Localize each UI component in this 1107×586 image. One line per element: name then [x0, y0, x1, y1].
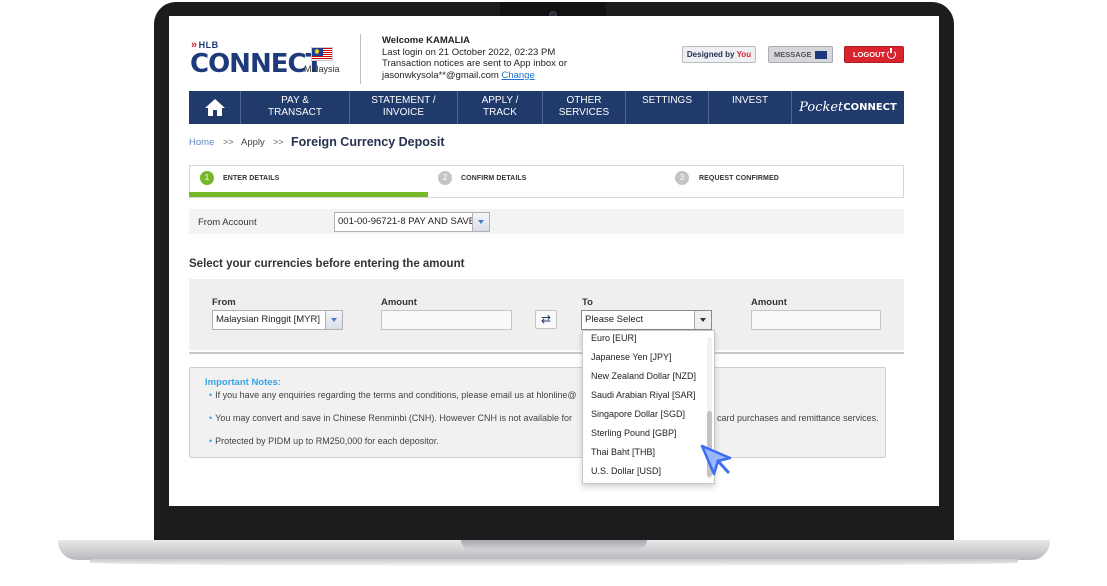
breadcrumb-apply[interactable]: Apply: [241, 137, 265, 148]
dropdown-option[interactable]: Sterling Pound [GBP]: [591, 428, 677, 438]
from-currency-value: Malaysian Ringgit [MYR]: [216, 314, 321, 325]
amount-input-2[interactable]: [751, 310, 881, 330]
swap-icon: ⇄: [540, 312, 552, 326]
nav-label: INVEST: [731, 95, 769, 106]
account-row: [189, 209, 904, 234]
note-text: Protected by PIDM up to RM250,000 for ea…: [215, 436, 439, 446]
progress-bar-fill: [189, 192, 428, 197]
breadcrumb-home[interactable]: Home: [189, 137, 214, 148]
to-currency-select[interactable]: Please Select: [581, 310, 712, 330]
from-account-value: 001-00-96721-8 PAY AND SAVE: [338, 216, 476, 227]
nav-statement-invoice[interactable]: STATEMENT / INVOICE: [350, 91, 458, 124]
amount-label: Amount: [381, 297, 417, 308]
nav-label: STATEMENT /: [371, 95, 436, 106]
laptop-base-notch: [461, 540, 647, 549]
logout-button[interactable]: LOGOUT: [844, 46, 904, 63]
note-item: • If you have any enquiries regarding the…: [209, 390, 577, 400]
nav-pocket-connect[interactable]: Pocket CONNECT: [792, 91, 904, 124]
note-text-tail: card purchases and remittance services.: [717, 413, 879, 423]
nav-other-services[interactable]: OTHER SERVICES: [543, 91, 626, 124]
mouse-cursor-icon: [700, 444, 732, 476]
section-divider: [189, 352, 904, 354]
breadcrumb-separator: >>: [273, 137, 284, 147]
bullet: •: [209, 413, 213, 423]
nav-label: INVOICE: [382, 107, 425, 118]
dropdown-option[interactable]: Thai Baht [THB]: [591, 447, 655, 457]
connect-logo[interactable]: CONNECT: [190, 49, 323, 79]
dropdown-option[interactable]: Euro [EUR]: [591, 333, 637, 343]
nav-invest[interactable]: INVEST: [709, 91, 792, 124]
from-currency-label: From: [212, 297, 236, 308]
country-label: Malaysia: [304, 64, 340, 74]
nav-label: TRACK: [483, 107, 517, 118]
dropdown-option[interactable]: Saudi Arabian Riyal [SAR]: [591, 390, 696, 400]
header-divider: [360, 34, 361, 84]
notice-text: Transaction notices are sent to App inbo…: [382, 58, 568, 69]
dropdown-option[interactable]: Japanese Yen [JPY]: [591, 352, 672, 362]
dropdown-option[interactable]: Singapore Dollar [SGD]: [591, 409, 685, 419]
nav-label: APPLY /: [481, 95, 519, 106]
to-currency-label: To: [582, 297, 593, 308]
last-login: Last login on 21 October 2022, 02:23 PM: [382, 46, 556, 58]
designed-you-label: You: [736, 50, 752, 59]
malaysia-flag-icon: [311, 47, 333, 61]
nav-label: TRANSACT: [268, 107, 322, 118]
home-icon: [204, 99, 225, 116]
laptop-shadow: [90, 559, 1018, 566]
step-1-label: ENTER DETAILS: [223, 175, 280, 182]
dropdown-option[interactable]: New Zealand Dollar [NZD]: [591, 371, 696, 381]
envelope-icon: [815, 51, 827, 59]
nav-apply-track[interactable]: APPLY / TRACK: [458, 91, 543, 124]
nav-label: SERVICES: [558, 107, 610, 118]
logout-label: LOGOUT: [853, 50, 886, 59]
pocket-connect-label: CONNECT: [843, 101, 897, 113]
from-account-label: From Account: [198, 217, 257, 228]
currency-dropdown-list: Euro [EUR] Japanese Yen [JPY] New Zealan…: [582, 330, 715, 484]
step-3-label: REQUEST CONFIRMED: [699, 175, 779, 182]
page-title: Foreign Currency Deposit: [291, 135, 445, 149]
note-item: • Protected by PIDM up to RM250,000 for e…: [209, 436, 439, 446]
dropdown-option[interactable]: U.S. Dollar [USD]: [591, 466, 661, 476]
nav-home[interactable]: [189, 91, 241, 124]
note-item: • You may convert and save in Chinese Ren…: [209, 413, 572, 423]
breadcrumb-separator: >>: [223, 137, 234, 147]
welcome-greeting: Welcome KAMALIA: [382, 35, 470, 46]
laptop-screen: »HLB CONNECT Malaysia Welcome KAMALIA La…: [169, 16, 939, 506]
note-text: You may convert and save in Chinese Renm…: [215, 413, 572, 423]
swap-currency-button[interactable]: ⇄: [535, 310, 557, 329]
nav-label: PAY &: [281, 95, 309, 106]
from-currency-select[interactable]: Malaysian Ringgit [MYR]: [212, 310, 343, 330]
to-currency-value: Please Select: [585, 314, 644, 325]
nav-pay-transact[interactable]: PAY & TRANSACT: [241, 91, 350, 124]
main-nav: PAY & TRANSACT STATEMENT / INVOICE APPLY /…: [189, 91, 904, 124]
pocket-label: Pocket: [799, 99, 844, 115]
chevron-down-icon[interactable]: [325, 311, 342, 329]
user-email: jasonwkysola**@gmail.com: [382, 69, 499, 81]
designed-by-label: Designed by: [686, 50, 735, 59]
from-account-select[interactable]: 001-00-96721-8 PAY AND SAVE: [334, 212, 490, 232]
chevron-down-icon[interactable]: [694, 311, 711, 329]
nav-label: SETTINGS: [641, 95, 692, 106]
nav-settings[interactable]: SETTINGS: [626, 91, 709, 124]
chevron-down-icon[interactable]: [472, 213, 489, 231]
step-1-circle: 1: [200, 171, 214, 185]
bullet: •: [209, 390, 213, 400]
message-button[interactable]: MESSAGE: [768, 46, 833, 63]
step-3-circle: 3: [675, 171, 689, 185]
designed-by-you-button[interactable]: Designed by You: [682, 46, 756, 63]
notes-title: Important Notes:: [205, 377, 281, 388]
amount-input[interactable]: [381, 310, 512, 330]
welcome-block: Welcome KAMALIA Last login on 21 October…: [382, 35, 567, 81]
section-title: Select your currencies before entering t…: [189, 258, 465, 270]
bullet: •: [209, 436, 213, 446]
step-2-circle: 2: [438, 171, 452, 185]
change-email-link[interactable]: Change: [501, 70, 534, 81]
note-text: If you have any enquiries regarding the …: [215, 390, 577, 400]
amount-label-2: Amount: [751, 297, 787, 308]
message-label: MESSAGE: [774, 50, 812, 59]
power-icon: [887, 48, 896, 59]
nav-label: OTHER: [566, 95, 602, 106]
step-2-label: CONFIRM DETAILS: [461, 175, 527, 182]
